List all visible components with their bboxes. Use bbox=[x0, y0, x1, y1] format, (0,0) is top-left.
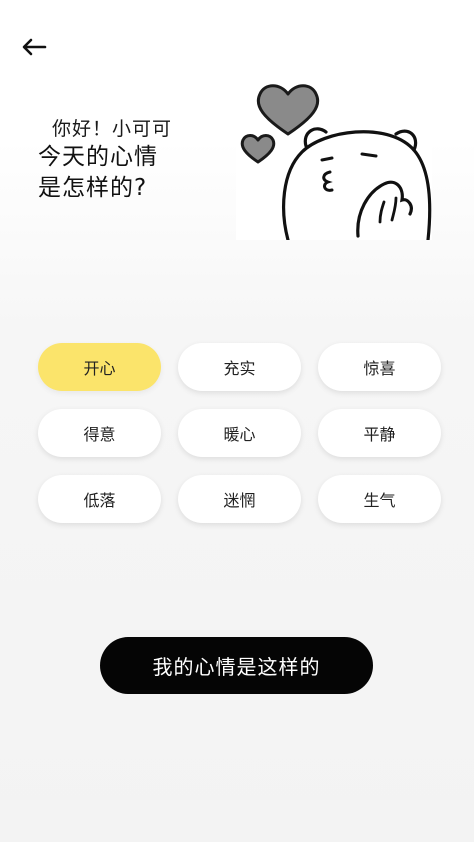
heart-icon bbox=[240, 134, 276, 164]
mood-option-fulfilled[interactable]: 充实 bbox=[178, 343, 301, 391]
greeting-text: 你好！小可可 bbox=[52, 118, 173, 140]
mood-option-proud[interactable]: 得意 bbox=[38, 409, 161, 457]
mood-question: 今天的心情 是怎样的? bbox=[38, 142, 158, 204]
bear-with-hearts-illustration bbox=[236, 74, 432, 242]
mood-option-confused[interactable]: 迷惘 bbox=[178, 475, 301, 523]
mood-option-down[interactable]: 低落 bbox=[38, 475, 161, 523]
mood-options: 开心 充实 惊喜 得意 暖心 平静 低落 迷惘 生气 bbox=[38, 343, 442, 523]
arrow-left-icon bbox=[21, 38, 47, 56]
heart-icon bbox=[256, 84, 320, 136]
mood-option-warm[interactable]: 暖心 bbox=[178, 409, 301, 457]
question-line-1: 今天的心情 bbox=[38, 144, 158, 170]
mood-option-calm[interactable]: 平静 bbox=[318, 409, 441, 457]
question-line-2: 是怎样的? bbox=[38, 175, 148, 201]
back-button[interactable] bbox=[18, 34, 50, 60]
mood-option-happy[interactable]: 开心 bbox=[38, 343, 161, 391]
mood-option-angry[interactable]: 生气 bbox=[318, 475, 441, 523]
submit-mood-button[interactable]: 我的心情是这样的 bbox=[100, 637, 373, 694]
mood-option-surprised[interactable]: 惊喜 bbox=[318, 343, 441, 391]
